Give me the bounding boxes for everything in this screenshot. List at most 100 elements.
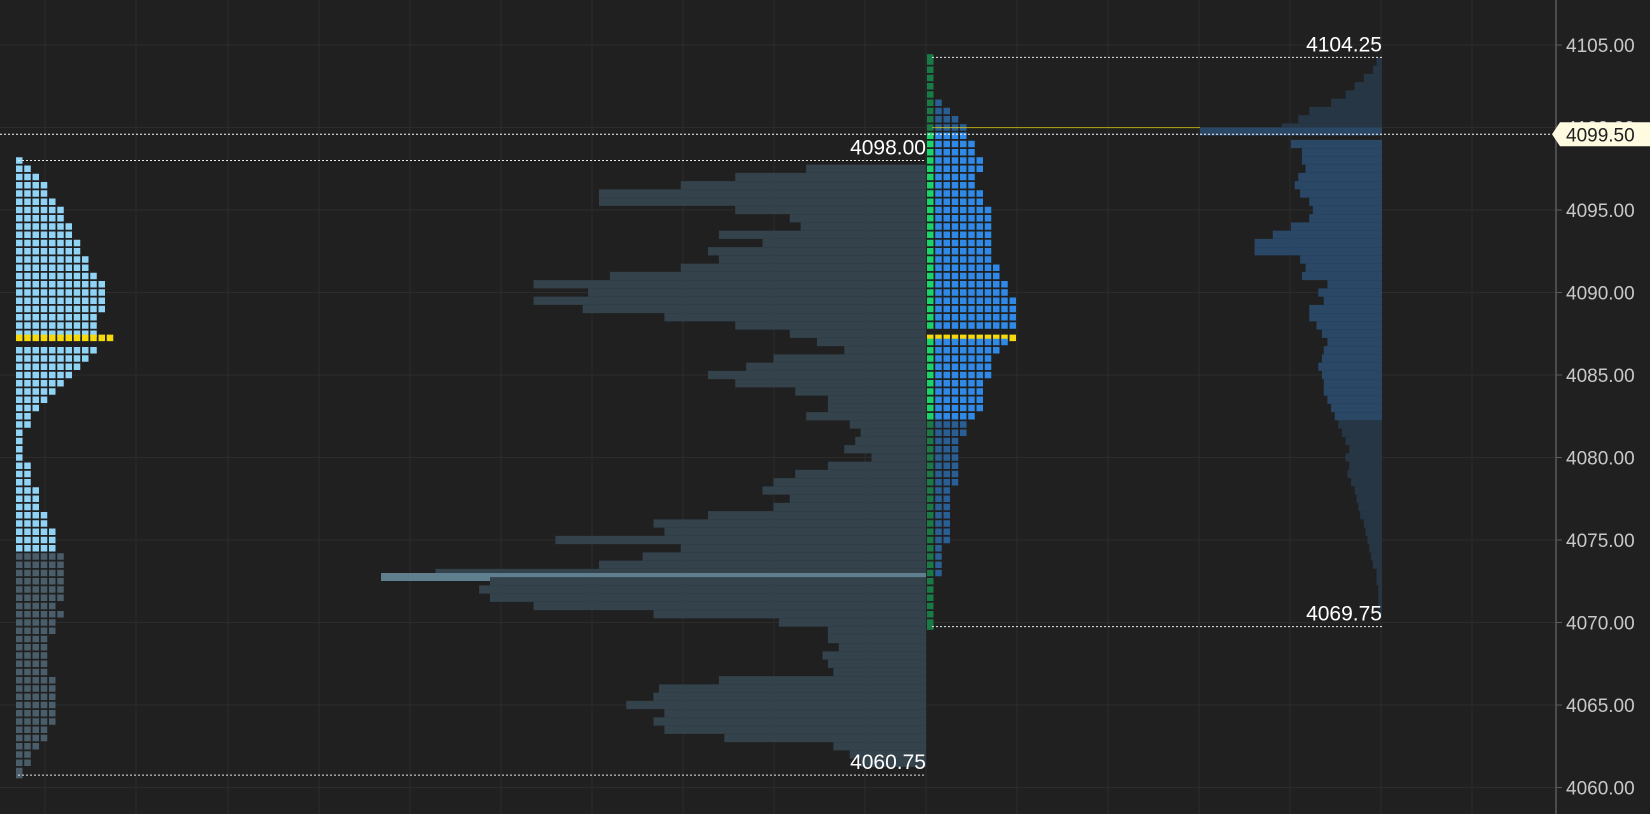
tpo-block [16,479,23,486]
tpo-block [32,239,39,247]
tpo-block [935,190,942,197]
tpo-block [943,132,950,139]
tpo-block [976,198,983,205]
tpo-block [935,536,942,544]
tpo-block [935,182,942,189]
tpo-block [16,347,23,354]
volume-bar [735,379,926,388]
tpo-block [57,594,64,601]
tpo-block [935,314,942,321]
tpo-block [927,487,934,494]
tpo-block [943,388,950,395]
tpo-block [927,223,934,230]
tpo-block [49,206,56,214]
tpo-block [968,396,975,403]
tpo-block [16,248,23,255]
tpo-block [927,470,934,478]
tpo-block [49,371,56,379]
tpo-block [57,363,64,370]
volume-bar [735,172,926,182]
tpo-block [976,396,983,403]
market-profile-chart[interactable]: 4098.004060.754104.254069.75 4105.004100… [0,0,1650,814]
tpo-block [943,479,950,486]
tpo-block [65,297,72,304]
tpo-block [960,297,967,304]
tpo-block [49,231,56,238]
tpo-block [976,272,983,280]
tpo-block [984,239,992,247]
tpo-block [65,314,72,321]
tpo-block [24,611,31,618]
volume-bar [1323,387,1382,396]
tpo-block [40,668,48,676]
tpo-block [82,281,89,288]
tpo-block [16,470,23,478]
tpo-block [57,215,64,222]
tpo-block [960,338,967,346]
tpo-block [16,743,23,750]
tpo-block [16,619,23,626]
tpo-block [976,371,983,379]
tpo-block [40,635,48,643]
tpo-block [935,429,942,436]
tpo-block [32,380,39,387]
tpo-block [951,140,959,148]
tpo-block [16,264,23,271]
tpo-block [968,149,975,156]
tpo-block [927,206,934,214]
volume-bar [838,643,926,652]
tpo-block [49,380,56,387]
volume-bar [490,593,926,602]
tpo-block [935,116,942,123]
volume-bar [773,354,926,363]
volume-bar [1254,238,1382,248]
volume-bar [1327,337,1382,347]
tpo-poc-block [32,334,39,342]
tpo-block [984,272,992,280]
tpo-block [968,223,975,230]
tpo-block [927,116,934,123]
tpo-block [927,297,934,304]
tpo-block [927,594,934,601]
volume-bar [1305,164,1382,173]
tpo-block [935,338,942,346]
tpo-block [16,545,23,552]
tpo-block [943,396,950,403]
volume-bar [844,346,926,355]
tpo-block [24,586,31,593]
tpo-block [943,363,950,370]
tpo-block [976,363,983,370]
tpo-block [16,297,23,304]
volume-bar [827,395,926,404]
tpo-block [32,363,39,370]
tpo-block [16,503,23,511]
tpo-block [24,231,31,238]
tpo-block [976,289,983,296]
tpo-block [927,520,934,527]
session-2-high-label: 4104.25 [1306,33,1382,56]
tpo-block [40,586,48,593]
tpo-block [935,454,942,461]
tpo-block [935,206,942,214]
volume-bar [860,428,926,437]
volume-bar [1321,370,1382,380]
tpo-block [40,289,48,296]
tpo-block [49,594,56,601]
tpo-block [32,231,39,238]
tpo-block [40,355,48,362]
volume-bar [1298,172,1382,182]
tpo-block [968,231,975,238]
tpo-block [32,314,39,321]
tpo-block [16,190,23,197]
tpo-block [935,149,942,156]
tpo-poc-block [106,334,114,342]
tpo-block [935,132,942,139]
tpo-block [943,281,950,288]
volume-bar [789,494,926,503]
tpo-block [951,371,959,379]
tpo-block [968,289,975,296]
tpo-block [943,429,950,436]
tpo-block [976,223,983,230]
tpo-block [40,380,48,387]
volume-bar [479,585,926,594]
